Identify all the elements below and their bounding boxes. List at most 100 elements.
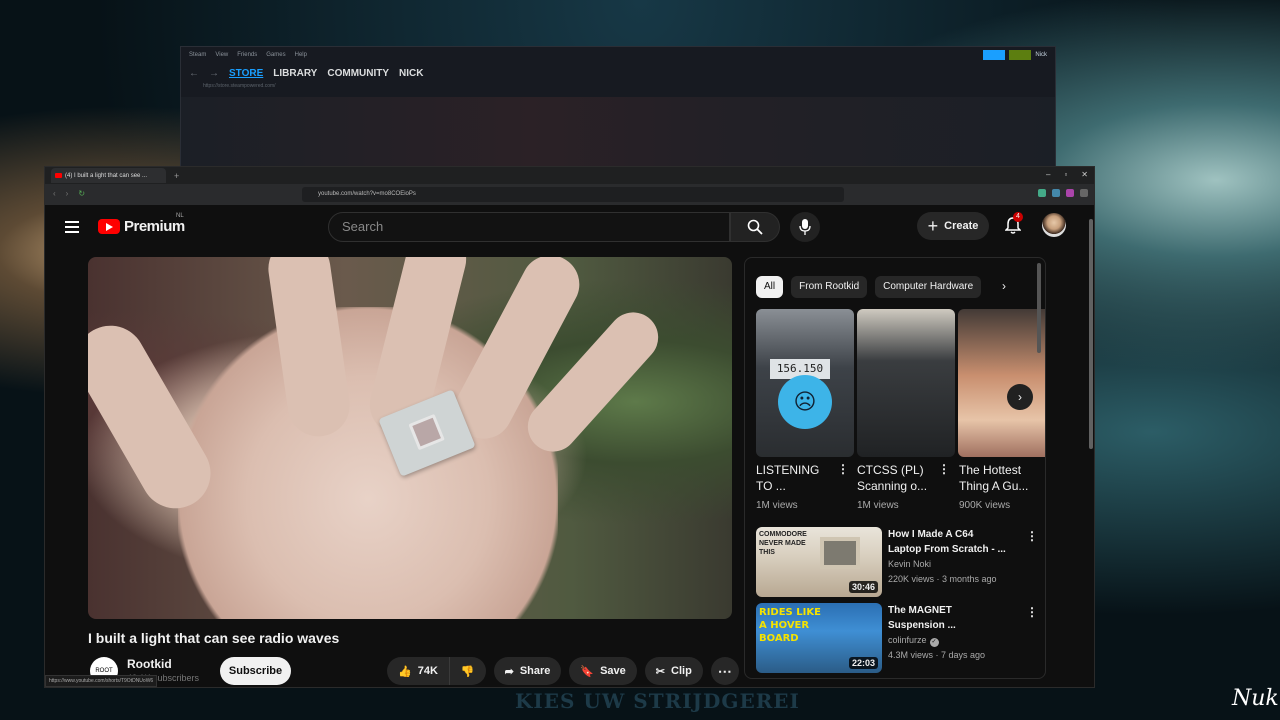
back-arrow-icon[interactable]: ← — [189, 68, 199, 79]
voice-search-button[interactable] — [790, 212, 820, 242]
account-avatar[interactable] — [1042, 213, 1066, 237]
clip-label: Clip — [671, 665, 692, 677]
page-scrollbar[interactable] — [1089, 219, 1093, 449]
browser-tab[interactable]: (4) I built a light that can see ... — [51, 168, 166, 183]
steam-nav-store[interactable]: STORE — [229, 68, 263, 79]
short-title[interactable]: CTCSS (PL) Scanning o... — [857, 462, 937, 494]
filter-chip-computer-hardware[interactable]: Computer Hardware — [875, 276, 982, 298]
steam-menu-view[interactable]: View — [215, 52, 228, 58]
clip-button[interactable]: ✂ Clip — [644, 657, 703, 685]
chevron-right-icon[interactable]: › — [1002, 279, 1006, 293]
save-label: Save — [600, 665, 626, 677]
steam-menu-help[interactable]: Help — [295, 52, 307, 58]
subscribe-button[interactable]: Subscribe — [220, 657, 291, 685]
short-menu-icon[interactable]: ⋮ — [938, 462, 950, 476]
video-thumbnail[interactable]: COMMODORE NEVER MADE THIS 30:46 — [756, 527, 882, 597]
region-code: NL — [176, 213, 184, 219]
dislike-button[interactable]: 👎 — [449, 657, 486, 685]
filter-chip-from-channel[interactable]: From Rootkid — [791, 276, 868, 298]
share-label: Share — [519, 665, 551, 677]
url-field[interactable]: youtube.com/watch?v=mo8COEioPs — [302, 187, 844, 202]
short-thumbnail[interactable]: 156.150 ☹ — [756, 309, 854, 457]
steam-nav-profile[interactable]: NICK — [399, 68, 423, 79]
youtube-play-icon — [98, 219, 120, 234]
steam-nav-library[interactable]: LIBRARY — [273, 68, 317, 79]
steam-window[interactable]: Steam View Friends Games Help Nick ← → S… — [180, 46, 1056, 176]
channel-name-text: colinfurze — [888, 635, 927, 645]
thumbs-down-icon: 👎 — [460, 665, 475, 678]
extension-icon[interactable] — [1038, 189, 1046, 197]
more-actions-button[interactable]: ⋯ — [710, 657, 739, 685]
short-thumbnail[interactable] — [958, 309, 1045, 457]
close-icon[interactable]: ✕ — [1081, 170, 1088, 179]
new-tab-icon[interactable]: + — [174, 171, 179, 181]
share-icon: ➦ — [504, 665, 514, 678]
extension-icon[interactable] — [1052, 189, 1060, 197]
video-menu-icon[interactable]: ⋮ — [1026, 605, 1038, 619]
video-title[interactable]: The MAGNET Suspension ... — [888, 603, 1008, 633]
microphone-icon — [799, 219, 811, 235]
steam-menu-games[interactable]: Games — [266, 52, 285, 58]
minimize-icon[interactable]: – — [1046, 170, 1050, 179]
video-actions: 👍 74K 👎 ➦ Share 🔖 Save ✂ Clip ⋯ — [387, 657, 739, 685]
short-menu-icon[interactable]: ⋮ — [837, 462, 849, 476]
search-input[interactable]: Search — [328, 212, 730, 242]
recommended-video[interactable]: RIDES LIKE A HOVER BOARD 22:03 The MAGNE… — [756, 603, 1038, 673]
maximize-icon[interactable]: ▫ — [1064, 170, 1067, 179]
video-thumbnail[interactable]: RIDES LIKE A HOVER BOARD 22:03 — [756, 603, 882, 673]
filter-chips: All From Rootkid Computer Hardware — [756, 276, 982, 298]
notification-badge: 4 — [1013, 212, 1023, 222]
steam-menu-friends[interactable]: Friends — [237, 52, 257, 58]
short-title[interactable]: LISTENING TO ... — [756, 462, 836, 494]
notifications-button[interactable]: 4 — [1001, 212, 1025, 238]
steam-menubar: Steam View Friends Games Help — [181, 47, 1055, 63]
steam-user-name[interactable]: Nick — [1035, 52, 1047, 58]
window-controls: – ▫ ✕ — [1046, 170, 1088, 179]
create-button[interactable]: + Create — [917, 212, 989, 240]
address-bar: ‹ › ↻ youtube.com/watch?v=mo8COEioPs — [45, 184, 1094, 205]
extension-icon[interactable] — [1066, 189, 1074, 197]
channel-name[interactable]: Rootkid — [127, 657, 172, 671]
sad-face-icon: ☹ — [778, 375, 832, 429]
video-duration: 22:03 — [848, 657, 878, 669]
short-views: 900K views — [959, 500, 1011, 511]
short-views: 1M views — [857, 500, 899, 511]
steam-notify-icon[interactable] — [1009, 50, 1032, 60]
video-player[interactable] — [88, 257, 732, 619]
watermark-logo: Nuk — [1232, 686, 1279, 711]
steam-announce-icon[interactable] — [983, 50, 1006, 60]
search-button[interactable] — [730, 212, 780, 242]
like-button[interactable]: 👍 74K — [387, 657, 450, 685]
sidebar-scrollbar[interactable] — [1037, 263, 1041, 353]
video-menu-icon[interactable]: ⋮ — [1026, 529, 1038, 543]
steam-url: https://store.steampowered.com/ — [203, 83, 276, 89]
steam-menu-steam[interactable]: Steam — [189, 52, 206, 58]
like-dislike-group: 👍 74K 👎 — [387, 657, 486, 685]
verified-icon: ✓ — [929, 638, 939, 647]
browser-back-icon[interactable]: ‹ — [53, 189, 56, 198]
video-title[interactable]: How I Made A C64 Laptop From Scratch - .… — [888, 527, 1008, 557]
youtube-logo[interactable]: Premium NL — [98, 213, 185, 235]
create-label: Create — [944, 220, 979, 232]
recommended-video[interactable]: COMMODORE NEVER MADE THIS 30:46 How I Ma… — [756, 527, 1038, 597]
share-button[interactable]: ➦ Share — [493, 657, 562, 685]
browser-forward-icon[interactable]: › — [66, 189, 69, 198]
steam-nav: ← → STORE LIBRARY COMMUNITY NICK — [181, 63, 1055, 83]
menu-icon[interactable] — [1080, 189, 1088, 197]
short-title[interactable]: The Hottest Thing A Gu... — [959, 462, 1039, 494]
video-channel[interactable]: colinfurze ✓ — [888, 635, 939, 647]
hamburger-menu-icon[interactable] — [65, 221, 79, 233]
forward-arrow-icon[interactable]: → — [209, 68, 219, 79]
filter-chip-all[interactable]: All — [756, 276, 784, 298]
related-sidebar: All From Rootkid Computer Hardware › 156… — [744, 257, 1046, 679]
reload-icon[interactable]: ↻ — [78, 189, 85, 198]
search-icon — [747, 219, 763, 235]
video-channel[interactable]: Kevin Noki — [888, 559, 931, 569]
shorts-shelf: 156.150 ☹ — [756, 309, 1045, 457]
short-thumbnail[interactable] — [857, 309, 955, 457]
shorts-next-button[interactable]: › — [1007, 384, 1033, 410]
steam-nav-community[interactable]: COMMUNITY — [327, 68, 389, 79]
save-button[interactable]: 🔖 Save — [569, 657, 637, 685]
video-meta: 220K views · 3 months ago — [888, 574, 997, 584]
steam-store-content — [181, 97, 1055, 175]
